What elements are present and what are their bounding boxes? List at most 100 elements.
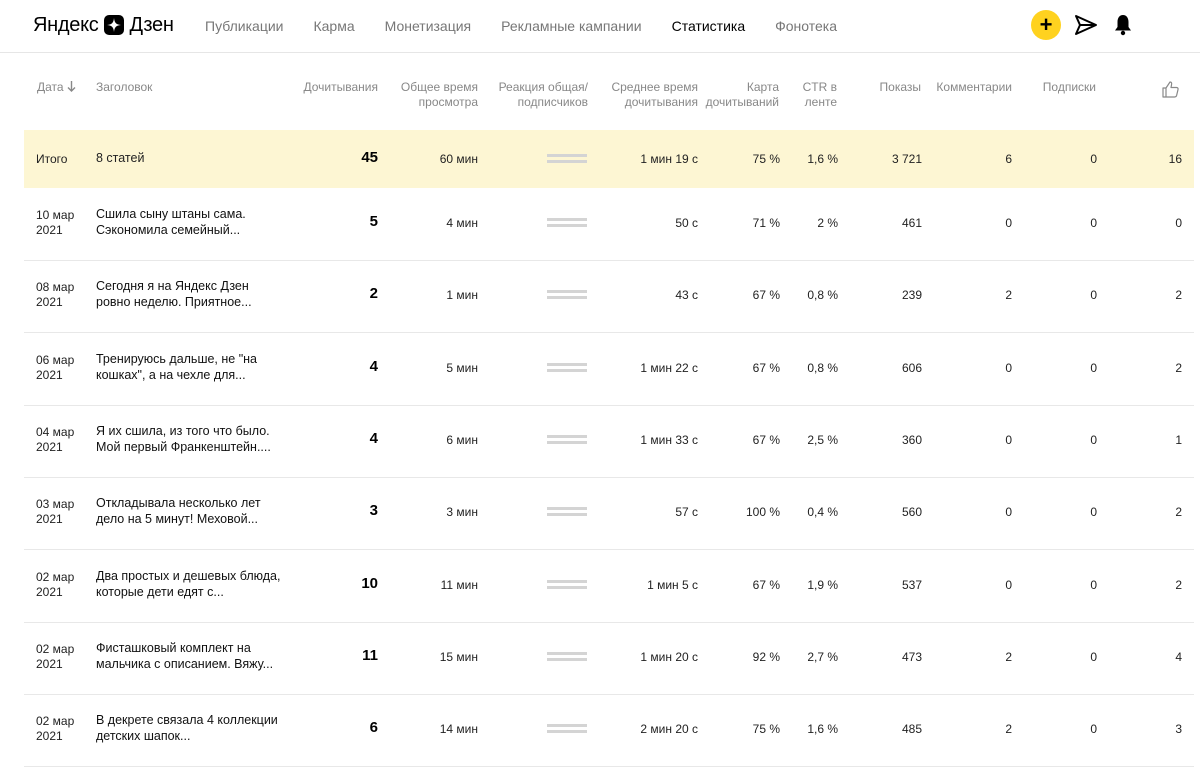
row-avg-time: 43 с xyxy=(675,288,698,302)
row-title-line2[interactable]: кошках", а на чехле для... xyxy=(96,367,286,383)
row-avg-time: 57 с xyxy=(675,505,698,519)
row-comments: 0 xyxy=(1005,578,1012,592)
total-likes: 16 xyxy=(1168,152,1182,166)
total-shows: 3 721 xyxy=(891,152,922,166)
plus-icon: + xyxy=(1039,12,1053,37)
row-ctr: 0,8 % xyxy=(807,288,838,302)
table-header: Дата Заголовок Дочитывания Общее время п… xyxy=(0,52,1200,128)
row-total-time: 6 мин xyxy=(446,433,478,447)
nav-ad-campaigns[interactable]: Рекламные кампании xyxy=(501,18,641,34)
row-total-time: 1 мин xyxy=(446,288,478,302)
sort-arrow-down-icon[interactable] xyxy=(67,81,76,96)
column-comments[interactable]: Комментарии xyxy=(930,80,1012,95)
row-reads: 3 xyxy=(369,502,378,519)
row-likes: 2 xyxy=(1175,505,1182,519)
row-title-line1[interactable]: В декрете связала 4 коллекции xyxy=(96,712,286,728)
row-date-year: 2021 xyxy=(36,657,63,671)
row-shows: 606 xyxy=(901,361,922,375)
row-read-map: 92 % xyxy=(752,650,780,664)
total-ctr: 1,6 % xyxy=(807,152,838,166)
row-total-time: 5 мин xyxy=(446,361,478,375)
nav-publications[interactable]: Публикации xyxy=(205,18,283,34)
row-title-line2[interactable]: которые дети едят с... xyxy=(96,584,286,600)
row-title-line2[interactable]: дело на 5 минут! Меховой... xyxy=(96,511,286,527)
row-comments: 0 xyxy=(1005,433,1012,447)
row-date-day: 06 мар xyxy=(36,353,75,367)
reaction-placeholder xyxy=(547,652,587,661)
table-row[interactable]: 02 мар 2021 Два простых и дешевых блюда, ко… xyxy=(24,550,1194,623)
row-comments: 2 xyxy=(1005,650,1012,664)
row-shows: 537 xyxy=(901,578,922,592)
column-title[interactable]: Заголовок xyxy=(96,80,152,95)
row-title-line1[interactable]: Фисташковый комплект на xyxy=(96,640,286,656)
table-row[interactable]: 04 мар 2021 Я их сшила, из того что было. М… xyxy=(24,405,1194,478)
column-read-map[interactable]: Карта дочитываний xyxy=(700,80,779,110)
row-likes: 0 xyxy=(1175,216,1182,230)
row-comments: 2 xyxy=(1005,288,1012,302)
row-reads: 4 xyxy=(369,358,378,375)
send-icon[interactable] xyxy=(1074,14,1098,36)
column-date[interactable]: Дата xyxy=(37,80,76,96)
row-read-map: 67 % xyxy=(752,288,780,302)
row-avg-time: 1 мин 5 с xyxy=(647,578,698,592)
row-title-line1[interactable]: Тренируюсь дальше, не "на xyxy=(96,351,286,367)
row-avg-time: 2 мин 20 с xyxy=(640,722,698,736)
row-date-year: 2021 xyxy=(36,512,63,526)
row-title-line1[interactable]: Я их сшила, из того что было. xyxy=(96,423,286,439)
row-date-day: 02 мар xyxy=(36,714,75,728)
yandex-zen-logo[interactable]: Яндекс Дзен xyxy=(33,12,174,38)
row-comments: 2 xyxy=(1005,722,1012,736)
create-button[interactable]: + xyxy=(1031,10,1061,40)
row-title-line1[interactable]: Откладывала несколько лет xyxy=(96,495,286,511)
nav-statistics[interactable]: Статистика xyxy=(672,18,746,34)
row-comments: 0 xyxy=(1005,216,1012,230)
row-ctr: 1,9 % xyxy=(807,578,838,592)
row-subscriptions: 0 xyxy=(1090,433,1097,447)
row-avg-time: 50 с xyxy=(675,216,698,230)
column-shows[interactable]: Показы xyxy=(860,80,921,95)
table-row[interactable]: 08 мар 2021 Сегодня я на Яндекс Дзен ровно … xyxy=(24,260,1194,333)
logo-text-zen: Дзен xyxy=(129,13,174,36)
row-shows: 560 xyxy=(901,505,922,519)
row-subscriptions: 0 xyxy=(1090,288,1097,302)
table-row[interactable]: 02 мар 2021 В декрете связала 4 коллекции д… xyxy=(24,694,1194,767)
column-reads[interactable]: Дочитывания xyxy=(290,80,379,95)
row-title-line1[interactable]: Два простых и дешевых блюда, xyxy=(96,568,286,584)
row-subscriptions: 0 xyxy=(1090,216,1097,230)
column-subscriptions[interactable]: Подписки xyxy=(1030,80,1096,95)
table-row[interactable]: 10 мар 2021 Сшила сыну штаны сама. Сэкономи… xyxy=(24,188,1194,261)
row-total-time: 4 мин xyxy=(446,216,478,230)
row-read-map: 71 % xyxy=(752,216,780,230)
table-row[interactable]: 06 мар 2021 Тренируюсь дальше, не "на кошка… xyxy=(24,333,1194,406)
row-title-line2[interactable]: ровно неделю. Приятное... xyxy=(96,294,286,310)
column-ctr[interactable]: CTR в ленте xyxy=(790,80,837,110)
row-ctr: 0,8 % xyxy=(807,361,838,375)
nav-phonoteka[interactable]: Фонотека xyxy=(775,18,837,34)
total-subscriptions: 0 xyxy=(1090,152,1097,166)
column-total-time[interactable]: Общее время просмотра xyxy=(392,80,478,110)
total-comments: 6 xyxy=(1005,152,1012,166)
row-title-line2[interactable]: Сэкономила семейный... xyxy=(96,222,286,238)
row-title-line2[interactable]: мальчика с описанием. Вяжу... xyxy=(96,656,286,672)
thumbs-up-icon[interactable] xyxy=(1162,81,1179,102)
row-likes: 3 xyxy=(1175,722,1182,736)
table-row[interactable]: 02 мар 2021 Фисташковый комплект на мальчик… xyxy=(24,622,1194,695)
row-date-day: 04 мар xyxy=(36,425,75,439)
row-title-line1[interactable]: Сегодня я на Яндекс Дзен xyxy=(96,278,286,294)
row-ctr: 2,7 % xyxy=(807,650,838,664)
reaction-placeholder xyxy=(547,435,587,444)
row-likes: 1 xyxy=(1175,433,1182,447)
column-avg-time[interactable]: Среднее время дочитывания xyxy=(606,80,698,110)
nav-karma[interactable]: Карма xyxy=(313,18,354,34)
bell-icon[interactable] xyxy=(1114,14,1132,36)
row-date-day: 10 мар xyxy=(36,208,75,222)
nav-monetization[interactable]: Монетизация xyxy=(385,18,472,34)
column-date-label: Дата xyxy=(37,80,64,94)
table-row[interactable]: 03 мар 2021 Откладывала несколько лет дело … xyxy=(24,477,1194,550)
row-total-time: 14 мин xyxy=(439,722,478,736)
row-title-line1[interactable]: Сшила сыну штаны сама. xyxy=(96,206,286,222)
column-reaction[interactable]: Реакция общая/ подписчиков xyxy=(490,80,588,110)
row-total-time: 15 мин xyxy=(439,650,478,664)
row-ctr: 0,4 % xyxy=(807,505,838,519)
row-title-line2[interactable]: Мой первый Франкенштейн.... xyxy=(96,439,286,455)
